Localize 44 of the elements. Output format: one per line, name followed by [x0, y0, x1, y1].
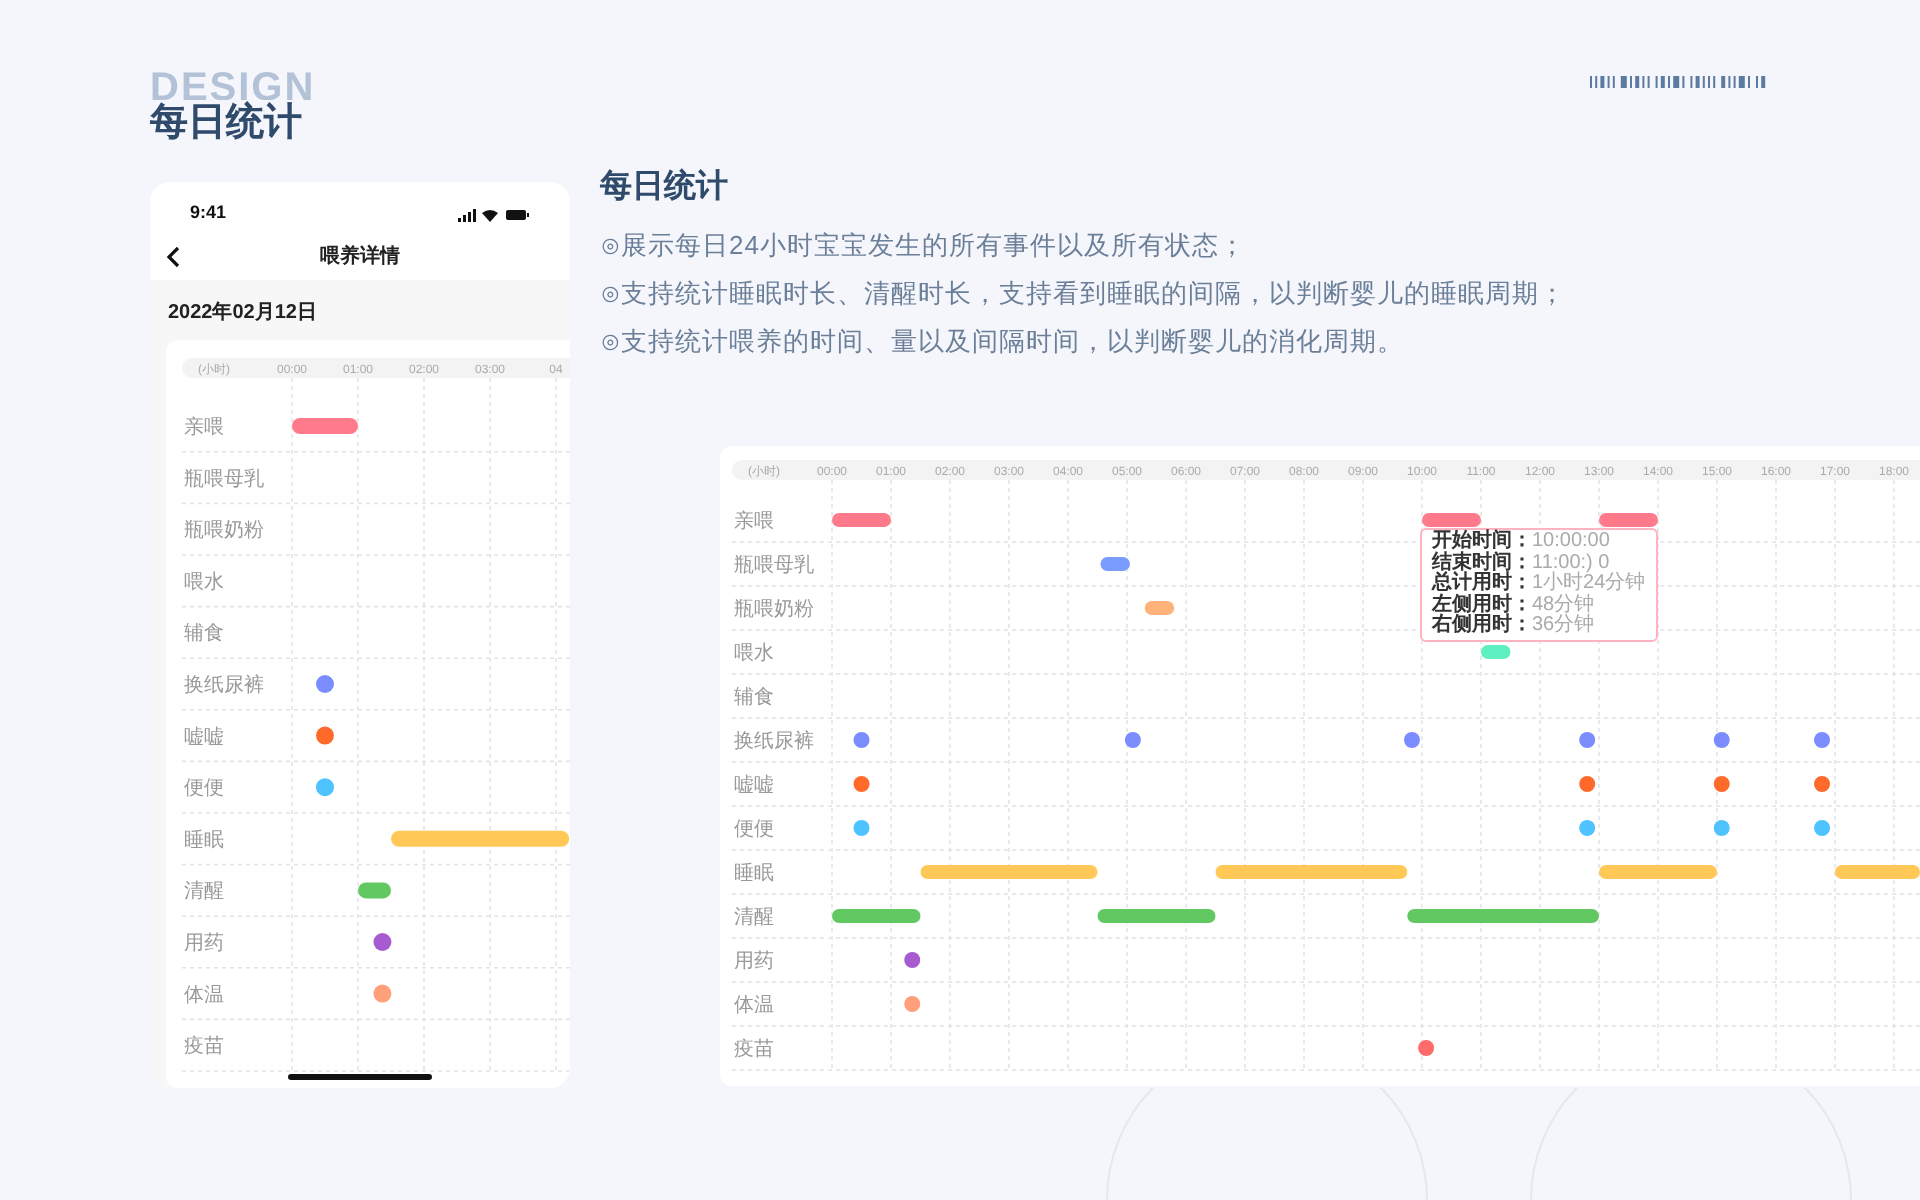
- row-label: 喂水: [184, 571, 224, 594]
- row-label: 清醒: [184, 881, 224, 904]
- row-label: 瓶喂母乳: [184, 468, 264, 491]
- row-label: 便便: [734, 819, 774, 841]
- row-label: 嘘嘘: [184, 726, 224, 749]
- row-label: 瓶喂母乳: [734, 555, 814, 577]
- row-label: 清醒: [734, 907, 774, 929]
- row-label: 疫苗: [184, 1036, 224, 1059]
- row-label: 嘘嘘: [734, 775, 774, 797]
- date-label: 2022年02月12日: [166, 299, 319, 328]
- row-label: 便便: [184, 778, 224, 801]
- barcode-decoration-icon: [1590, 76, 1770, 88]
- row-label: 辅食: [184, 623, 224, 646]
- row-label: 亲喂: [184, 417, 224, 439]
- row-label: 用药: [734, 951, 774, 973]
- back-icon[interactable]: [166, 245, 180, 267]
- row-label: 瓶喂奶粉: [184, 520, 264, 543]
- row-label: 换纸尿裤: [184, 675, 264, 697]
- bullet-text: ⊙支持统计喂养的时间、量以及间隔时间，以判断婴儿的消化周期。: [600, 324, 1406, 360]
- tooltip-line: 结束时间：11:00:) 0: [1432, 553, 1610, 573]
- row-label: 体温: [734, 995, 774, 1017]
- nav-title: 喂养详情: [320, 242, 400, 271]
- row-label: 换纸尿裤: [734, 731, 814, 753]
- tooltip-line: 右侧用时：36分钟: [1432, 616, 1597, 637]
- tooltip-line: 总计用时：1小时24分钟: [1432, 574, 1646, 594]
- bullet-text: ⊙支持统计睡眠时长、清醒时长，支持看到睡眠的间隔，以判断婴儿的睡眠周期；: [600, 276, 1568, 312]
- status-time: 9:41: [190, 200, 227, 227]
- bullet-text: ⊙展示每日24小时宝宝发生的所有事件以及所有状态；: [600, 228, 1248, 264]
- home-indicator: [288, 1074, 432, 1080]
- design-watermark: DESIGN: [150, 72, 316, 100]
- tooltip-line: 左侧用时：48分钟: [1432, 595, 1597, 615]
- row-label: 体温: [184, 984, 224, 1007]
- row-label: 喂水: [734, 643, 774, 665]
- section-title: 每日统计: [600, 166, 730, 208]
- row-label: 瓶喂奶粉: [734, 599, 814, 621]
- status-icons-icon: [458, 207, 530, 221]
- page-title: 每日统计: [150, 100, 304, 148]
- row-label: 疫苗: [734, 1039, 774, 1061]
- row-label: 用药: [184, 933, 224, 955]
- tooltip-line: 开始时间：10:00:00: [1432, 532, 1612, 552]
- row-label: 辅食: [734, 687, 774, 709]
- row-label: 睡眠: [734, 863, 774, 885]
- row-label: 亲喂: [734, 511, 774, 533]
- row-label: 睡眠: [184, 829, 224, 852]
